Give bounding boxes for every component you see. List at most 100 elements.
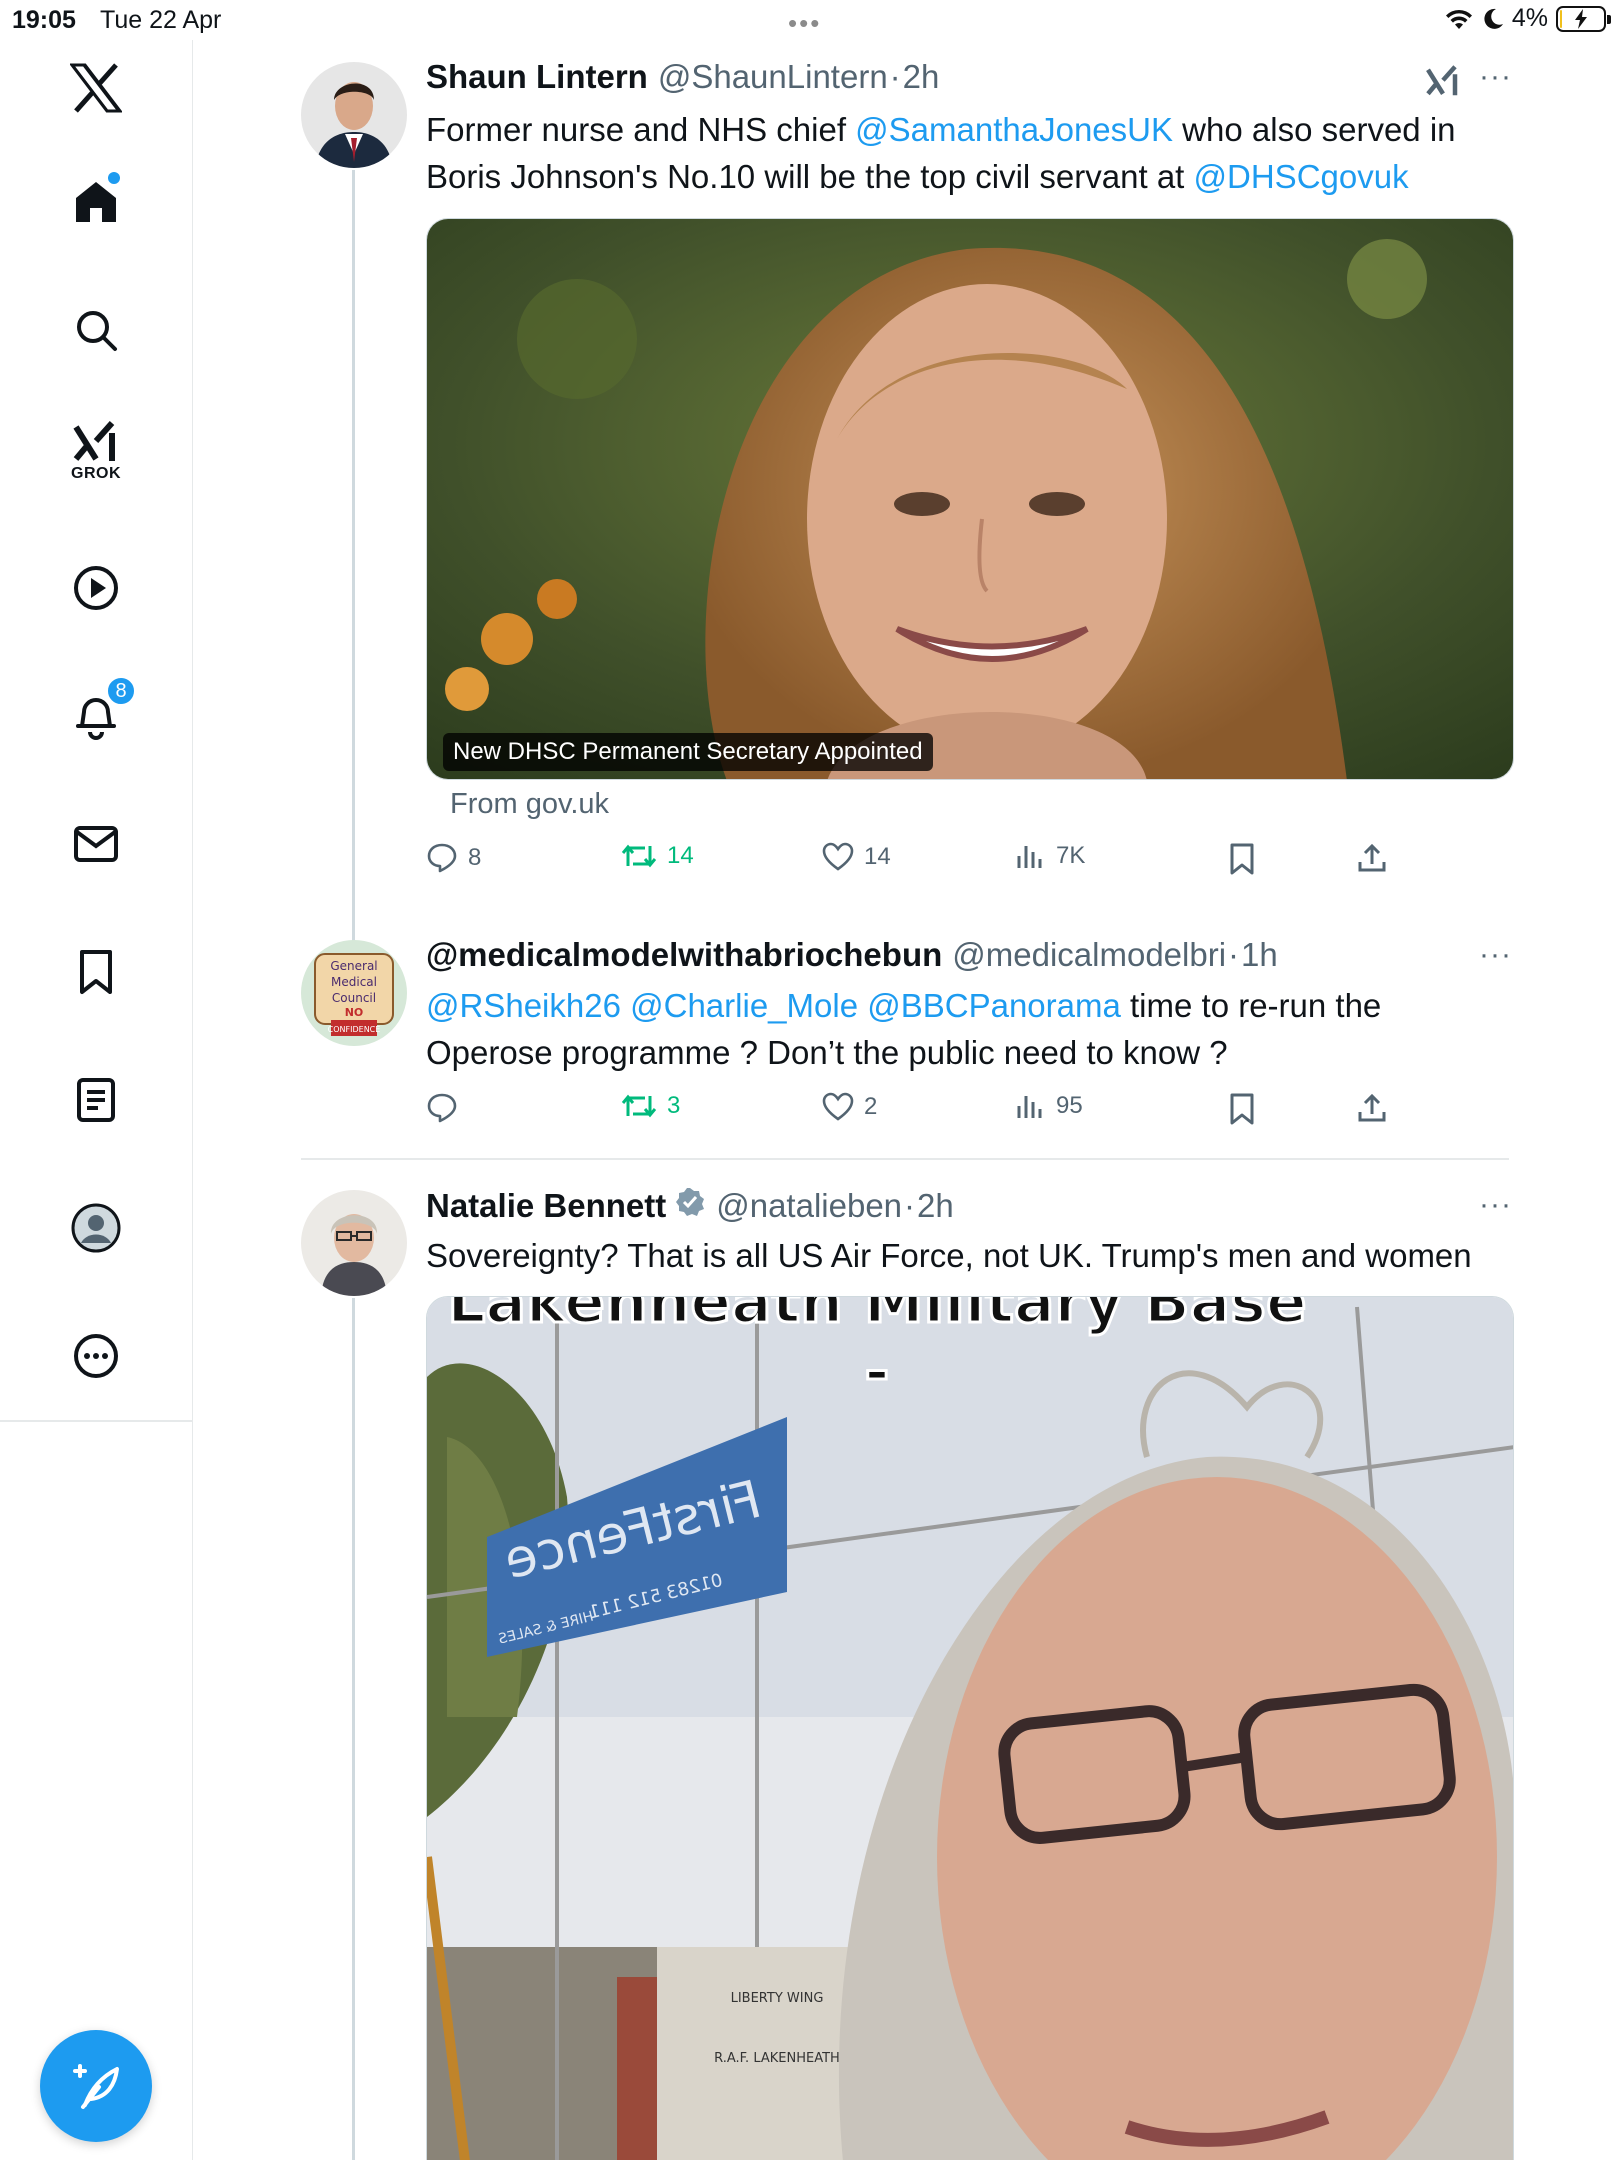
- share-icon: [1358, 843, 1386, 872]
- separator-dot: ·: [904, 1187, 916, 1224]
- profile-avatar-icon: [71, 1203, 121, 1253]
- author-name[interactable]: Shaun Lintern: [426, 58, 648, 96]
- battery-icon: [1556, 5, 1611, 32]
- video-thumbnail[interactable]: FirstFence 01283 512 111 HIRE & SALES LI…: [426, 1296, 1514, 2160]
- compose-feather-icon: [73, 2064, 119, 2109]
- tweet-header: @medicalmodelwithabriochebun @medicalmod…: [426, 936, 1278, 974]
- compose-post-button[interactable]: [40, 2030, 152, 2142]
- tweet-text-segment: Former nurse and NHS chief: [426, 111, 856, 148]
- bookmark-icon: [80, 950, 112, 994]
- play-icon: [74, 566, 118, 610]
- list-icon: [77, 1078, 115, 1122]
- retweet-button[interactable]: 14: [621, 842, 694, 870]
- views-icon: [1017, 1096, 1042, 1118]
- reply-button[interactable]: 8: [426, 842, 481, 874]
- status-date: Tue 22 Apr: [100, 6, 222, 34]
- avatar[interactable]: [301, 1190, 407, 1296]
- home-unread-dot: [108, 172, 120, 184]
- tweet-text-segment: Sovereignty? That is all US Air Force, n…: [426, 1237, 1472, 1274]
- tweet-time[interactable]: 2h: [903, 58, 940, 96]
- avatar[interactable]: [301, 62, 407, 168]
- views-button[interactable]: 95: [1016, 1092, 1083, 1120]
- thread-line: [352, 170, 355, 970]
- mention-link[interactable]: @BBCPanorama: [867, 987, 1121, 1024]
- tweet-time[interactable]: 2h: [917, 1187, 954, 1225]
- tweet-text-segment: [621, 987, 630, 1024]
- like-count: 2: [864, 1093, 878, 1120]
- mention-link[interactable]: @RSheikh26: [426, 987, 621, 1024]
- tweet-text: Former nurse and NHS chief @SamanthaJone…: [426, 106, 1506, 200]
- gate-sign-line: R.A.F. LAKENHEATH: [714, 2051, 840, 2066]
- video-overlay-title: Lakenheath Military Base -: [446, 1296, 1308, 1409]
- sidebar-item-video[interactable]: [48, 540, 144, 636]
- grok-label: GROK: [71, 465, 121, 482]
- bookmark-icon: [1230, 1093, 1254, 1125]
- mention-link[interactable]: @SamanthaJonesUK: [855, 111, 1173, 148]
- link-card-title[interactable]: New DHSC Permanent Secretary Appointed: [443, 733, 933, 771]
- author-name[interactable]: Natalie Bennett: [426, 1187, 666, 1225]
- sidebar-item-home[interactable]: [48, 154, 144, 250]
- tweet-text: @RSheikh26 @Charlie_Mole @BBCPanorama ti…: [426, 982, 1506, 1076]
- reply-icon: [427, 843, 457, 873]
- sidebar-item-more[interactable]: [48, 1308, 144, 1404]
- reply-icon: [427, 1093, 457, 1123]
- sidebar-item-profile[interactable]: [48, 1180, 144, 1276]
- link-card-image[interactable]: New DHSC Permanent Secretary Appointed: [426, 218, 1514, 780]
- more-options-icon[interactable]: ···: [1479, 1188, 1512, 1222]
- mail-icon: [74, 826, 118, 862]
- share-button[interactable]: [1356, 1092, 1388, 1124]
- status-bar: 19:05 Tue 22 Apr ••• 4%: [0, 0, 1620, 40]
- author-handle[interactable]: @ShaunLintern: [658, 58, 888, 96]
- bookmark-button[interactable]: [1228, 1092, 1256, 1126]
- separator-dot: ·: [889, 58, 901, 95]
- multitasking-dots-icon[interactable]: •••: [788, 8, 821, 39]
- x-logo-icon[interactable]: [48, 40, 144, 136]
- avatar[interactable]: General Medical Council NO CONFIDENCE: [301, 940, 407, 1046]
- more-options-icon[interactable]: ···: [1479, 938, 1512, 972]
- more-options-icon[interactable]: ···: [1479, 60, 1512, 94]
- separator-dot: ·: [1228, 936, 1240, 973]
- tweet-header: Shaun Lintern @ShaunLintern · 2h: [426, 58, 939, 96]
- sidebar-item-grok[interactable]: GROK: [48, 404, 144, 500]
- tweet-time[interactable]: 1h: [1241, 936, 1278, 974]
- like-button[interactable]: 14: [822, 842, 891, 872]
- sidebar-item-lists[interactable]: [48, 1052, 144, 1148]
- tweet-actions: 3 2 95: [426, 1092, 1426, 1132]
- grok-explain-icon[interactable]: [1425, 64, 1461, 103]
- sidebar-item-bookmarks[interactable]: [48, 924, 144, 1020]
- share-button[interactable]: [1356, 842, 1388, 874]
- share-icon: [1358, 1093, 1386, 1122]
- retweet-icon: [621, 1094, 657, 1118]
- verified-badge-icon: [674, 1186, 706, 1226]
- sidebar-item-messages[interactable]: [48, 796, 144, 892]
- heart-icon: [822, 842, 854, 871]
- mention-link[interactable]: @Charlie_Mole: [630, 987, 858, 1024]
- like-button[interactable]: 2: [822, 1092, 877, 1122]
- timeline-feed[interactable]: Shaun Lintern @ShaunLintern · 2h ··· For…: [193, 40, 1620, 2160]
- views-count: 95: [1056, 1092, 1083, 1119]
- bookmark-button[interactable]: [1228, 842, 1256, 876]
- retweet-icon: [621, 844, 657, 868]
- author-handle[interactable]: @medicalmodelbri: [952, 936, 1226, 974]
- more-circle-icon: [74, 1334, 118, 1378]
- link-source[interactable]: From gov.uk: [450, 788, 609, 821]
- reply-button[interactable]: [426, 1092, 468, 1124]
- author-handle[interactable]: @natalieben: [716, 1187, 902, 1225]
- mention-link[interactable]: @DHSCgovuk: [1194, 158, 1409, 195]
- retweet-count: 14: [667, 842, 694, 869]
- avatar-text-line: CONFIDENCE: [328, 1025, 381, 1034]
- author-name[interactable]: @medicalmodelwithabriochebun: [426, 936, 942, 974]
- video-frame: FirstFence 01283 512 111 HIRE & SALES LI…: [427, 1297, 1513, 2160]
- retweet-button[interactable]: 3: [621, 1092, 680, 1120]
- sidebar-item-search[interactable]: [48, 282, 144, 378]
- avatar-text-line: General: [330, 959, 377, 973]
- portrait-photo: [427, 219, 1513, 779]
- retweet-count: 3: [667, 1092, 681, 1119]
- sidebar-item-notifications[interactable]: 8: [48, 668, 144, 764]
- status-time: 19:05: [12, 6, 76, 34]
- wifi-icon: [1444, 7, 1474, 31]
- views-button[interactable]: 7K: [1016, 842, 1085, 870]
- status-indicators: 4%: [1444, 4, 1611, 33]
- avatar-text-line: NO: [345, 1006, 364, 1019]
- home-icon: [76, 182, 116, 222]
